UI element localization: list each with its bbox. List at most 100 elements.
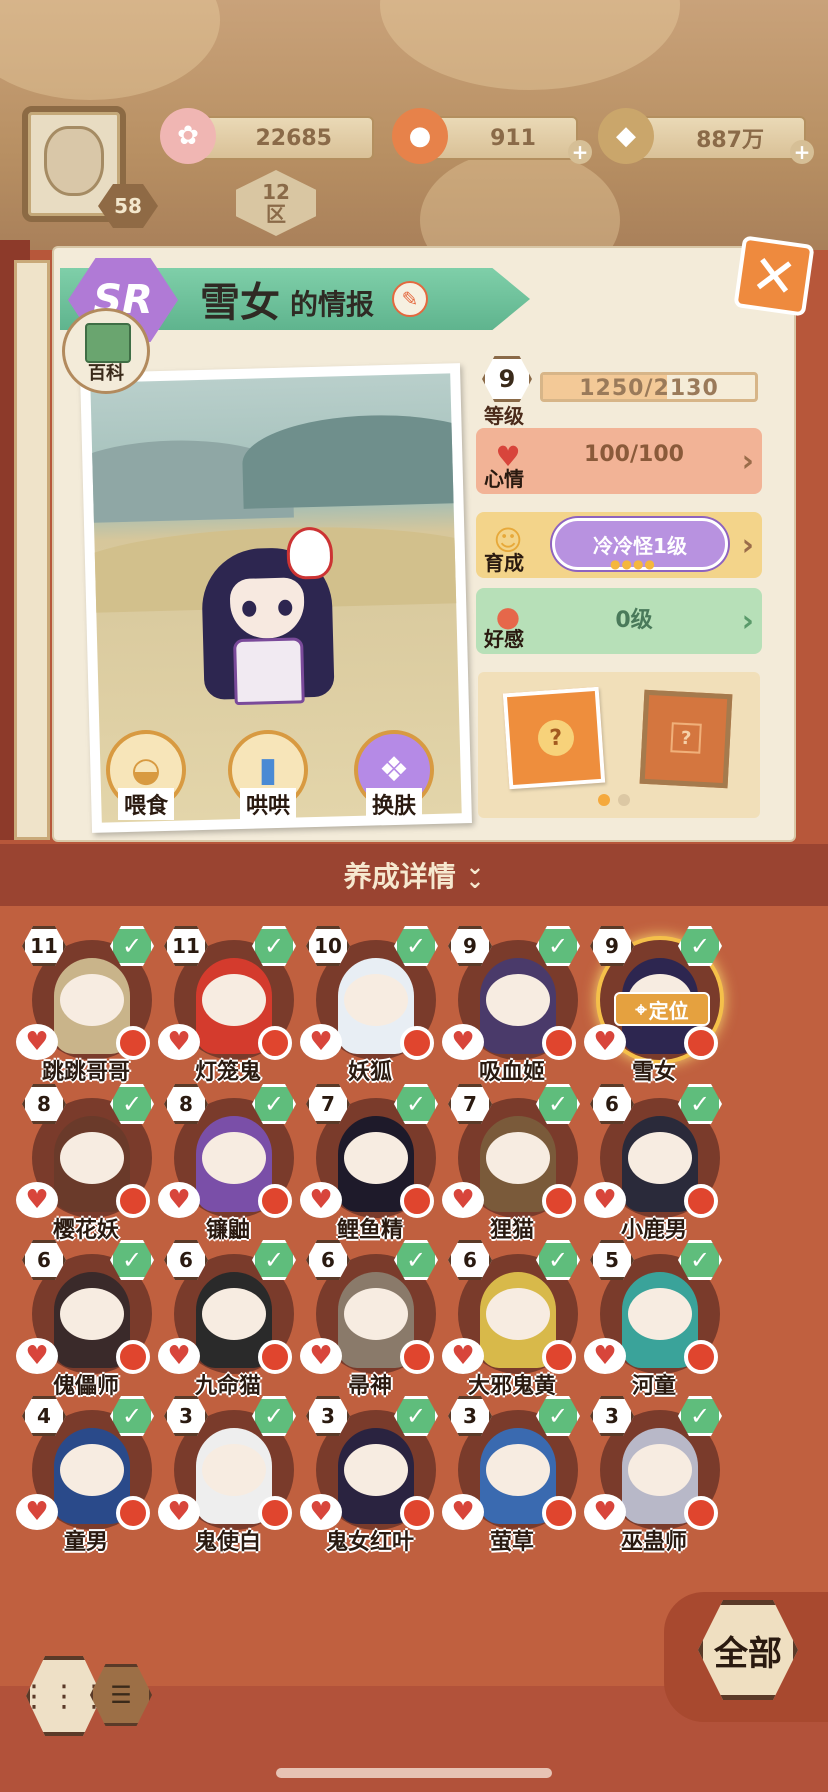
- encyclopedia-button[interactable]: 百科: [62, 308, 150, 394]
- pet-face: [628, 1444, 692, 1496]
- yukionna-character[interactable]: [190, 526, 345, 720]
- pet-face: [344, 1132, 408, 1184]
- pet-card[interactable]: 4 ✓ ♥ 童男: [16, 1396, 156, 1562]
- pet-card[interactable]: 6 ✓ ♥ 小鹿男: [584, 1084, 724, 1250]
- pet-card[interactable]: 7 ✓ ♥ 鲤鱼精: [300, 1084, 440, 1250]
- coax-label: 哄哄: [239, 788, 296, 820]
- pet-face: [344, 974, 408, 1026]
- close-icon: ✕: [747, 241, 801, 311]
- add-money-button[interactable]: +: [790, 140, 814, 164]
- pet-card[interactable]: 8 ✓ ♥ 樱花妖: [16, 1084, 156, 1250]
- coin-amount: 911: [490, 125, 536, 151]
- exp-current: 1250: [579, 376, 645, 401]
- section-header[interactable]: 养成详情 ⌄ ⌄: [0, 844, 828, 906]
- mood-value: 100/100: [584, 442, 684, 467]
- level-label: 等级: [484, 404, 524, 428]
- resource-bar: 58 22685 ✿ 911 ● + 887万 ◆ + 12 区: [0, 0, 828, 250]
- pet-face: [202, 1444, 266, 1496]
- pet-name: 童男: [63, 1530, 108, 1555]
- pet-face: [344, 1288, 408, 1340]
- book-page-edge: [14, 260, 50, 840]
- zone-label: 区: [266, 202, 286, 226]
- pet-name: 鬼女红叶: [325, 1530, 414, 1555]
- section-title: 养成详情: [343, 860, 456, 893]
- pet-name: 萤草: [489, 1530, 534, 1555]
- fox-mask: [286, 526, 334, 580]
- pet-face: [486, 974, 550, 1026]
- pet-name: 灯笼鬼: [194, 1060, 261, 1085]
- copper-coin-icon: ◆: [598, 108, 654, 164]
- cultivate-stars: ●●●●: [610, 557, 656, 571]
- page-indicator: [598, 794, 630, 806]
- pet-card[interactable]: 3 ✓ ♥ 鬼使白: [158, 1396, 298, 1562]
- pencil-icon: ✎: [401, 287, 419, 311]
- mood-label: 心情: [484, 467, 524, 491]
- feed-button[interactable]: ◒ 喂食: [104, 730, 188, 820]
- zone-number: 12: [262, 180, 290, 204]
- pet-face: [60, 1132, 124, 1184]
- favor-label: 好感: [484, 627, 524, 651]
- pet-card[interactable]: 10 ✓ ♥ 妖狐: [300, 926, 440, 1092]
- locate-tag[interactable]: ⌖ 定位: [614, 992, 710, 1026]
- double-chevron-down-icon: ⌄ ⌄: [465, 855, 485, 894]
- pet-card[interactable]: 6 ✓ ♥ 傀儡师: [16, 1240, 156, 1406]
- pet-card[interactable]: 8 ✓ ♥ 镰鼬: [158, 1084, 298, 1250]
- cloud-decoration: [420, 150, 620, 250]
- pet-card[interactable]: 9 ✓ ♥ 吸血姬: [442, 926, 582, 1092]
- pet-name: 跳跳哥哥: [41, 1060, 130, 1085]
- locked-card[interactable]: ?: [639, 689, 733, 789]
- question-icon: ?: [536, 718, 576, 758]
- pet-name: 鬼使白: [194, 1530, 261, 1555]
- pet-card[interactable]: 11 ✓ ♥ 跳跳哥哥: [16, 926, 156, 1092]
- pet-face: [60, 1444, 124, 1496]
- pet-name: 雪女: [631, 1060, 676, 1085]
- pet-face: [344, 1444, 408, 1496]
- pet-card[interactable]: 3 ✓ ♥ 巫蛊师: [584, 1396, 724, 1562]
- pet-card[interactable]: 6 ✓ ♥ 大邪鬼黄: [442, 1240, 582, 1406]
- character-kimono: [233, 637, 305, 706]
- pet-card[interactable]: 6 ✓ ♥ 帚神: [300, 1240, 440, 1406]
- pet-card[interactable]: 3 ✓ ♥ 萤草: [442, 1396, 582, 1562]
- pet-card[interactable]: 11 ✓ ♥ 灯笼鬼: [158, 926, 298, 1092]
- book-icon: [85, 323, 131, 363]
- cultivate-label: 育成: [484, 551, 524, 575]
- chevron-right-icon: ›: [741, 528, 754, 563]
- exp-max: 2130: [653, 376, 719, 401]
- mystery-card[interactable]: ?: [502, 686, 606, 790]
- feed-label: 喂食: [117, 788, 174, 820]
- close-button[interactable]: ✕: [733, 235, 815, 317]
- pet-face: [486, 1288, 550, 1340]
- favor-row[interactable]: ● 好感 0级 ›: [476, 588, 762, 654]
- character-name: 雪女: [200, 280, 280, 326]
- pet-card[interactable]: 3 ✓ ♥ 鬼女红叶: [300, 1396, 440, 1562]
- exp-separator: /: [644, 376, 654, 401]
- pet-name: 妖狐: [347, 1060, 392, 1085]
- home-indicator: [276, 1768, 552, 1778]
- pet-card[interactable]: 9 ✓ ♥ ⌖ 定位 雪女: [584, 926, 724, 1092]
- exp-text: 1250/2130: [543, 376, 755, 401]
- pet-card[interactable]: 5 ✓ ♥ 河童: [584, 1240, 724, 1406]
- pet-face: [60, 1288, 124, 1340]
- cultivate-stage: 冷冷怪1级: [593, 533, 687, 558]
- pet-face: [202, 1132, 266, 1184]
- flower-icon: ✿: [160, 108, 216, 164]
- title-suffix: 的情报: [290, 288, 375, 321]
- zone-badge[interactable]: 12 区: [236, 170, 316, 236]
- pet-card[interactable]: 6 ✓ ♥ 九命猫: [158, 1240, 298, 1406]
- mood-row[interactable]: ♥ 心情 100/100 ›: [476, 428, 762, 494]
- money-amount: 887万: [696, 128, 764, 153]
- pet-face: [202, 1288, 266, 1340]
- change-skin-button[interactable]: ❖ 换肤: [352, 730, 436, 820]
- avatar-portrait: [44, 126, 104, 196]
- coax-button[interactable]: ▮ 哄哄: [226, 730, 310, 820]
- chevron-right-icon: ›: [741, 604, 754, 639]
- question-icon: ?: [670, 722, 702, 754]
- locate-label: 定位: [648, 998, 689, 1023]
- page-dot: [618, 794, 630, 806]
- flower-amount: 22685: [255, 125, 332, 151]
- cloud-decoration: [380, 0, 680, 90]
- add-coin-button[interactable]: +: [568, 140, 592, 164]
- pet-card[interactable]: 7 ✓ ♥ 狸猫: [442, 1084, 582, 1250]
- edit-name-button[interactable]: ✎: [392, 281, 429, 317]
- coin-icon: ●: [392, 108, 448, 164]
